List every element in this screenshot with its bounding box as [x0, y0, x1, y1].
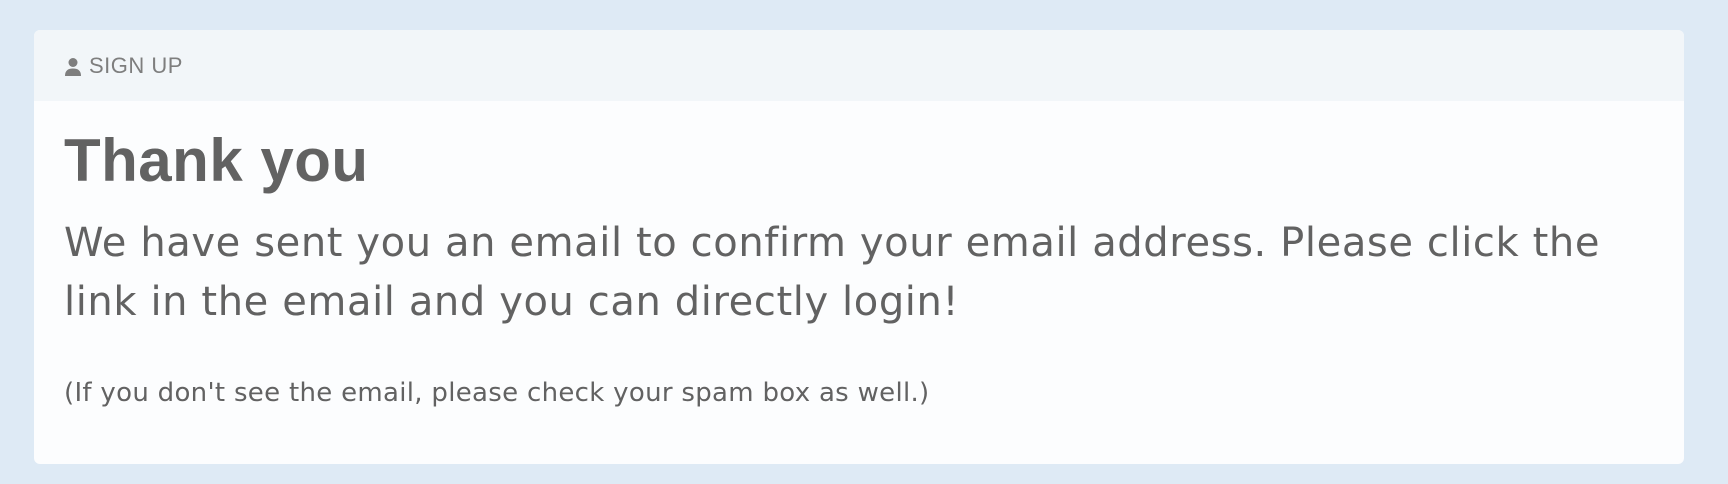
confirmation-message: We have sent you an email to confirm you…: [64, 220, 1601, 325]
card-header: SIGN UP: [34, 30, 1684, 101]
spam-note: (If you don't see the email, please chec…: [64, 378, 930, 408]
signup-card: SIGN UP Thank you We have sent you an em…: [34, 30, 1684, 464]
header-label: SIGN UP: [89, 52, 183, 78]
card-body: Thank you We have sent you an email to c…: [34, 101, 1684, 408]
page-title: Thank you: [64, 127, 369, 194]
user-icon: [64, 57, 82, 77]
